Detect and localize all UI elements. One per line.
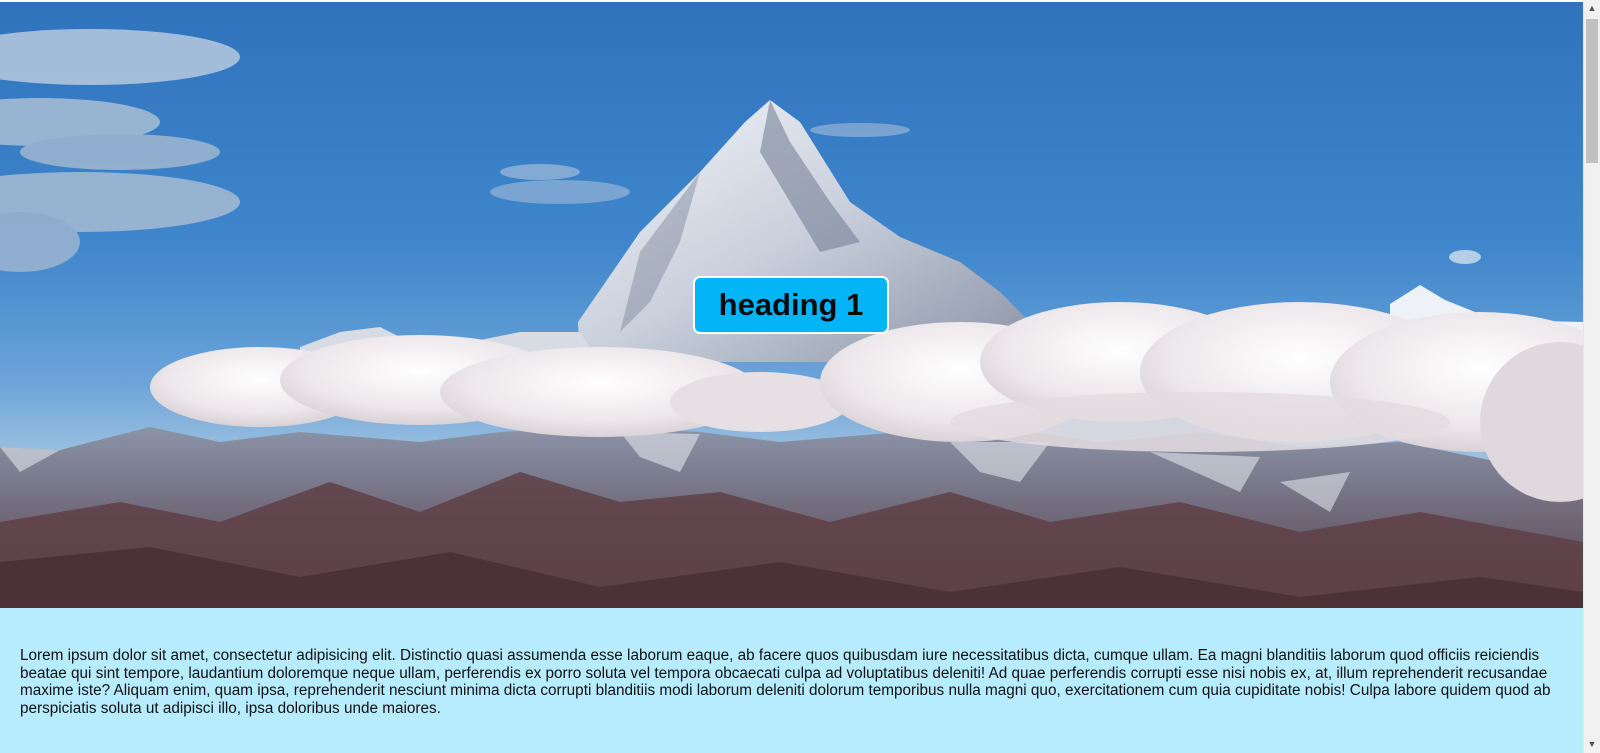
scrollbar-thumb[interactable] (1586, 19, 1598, 163)
lorem-paragraph: Lorem ipsum dolor sit amet, consectetur … (20, 647, 1551, 717)
vertical-scrollbar[interactable]: ▲ ▼ (1583, 0, 1600, 753)
scroll-down-arrow-icon[interactable]: ▼ (1584, 736, 1600, 753)
hero-banner: heading 1 (0, 2, 1583, 608)
hero-heading: heading 1 (693, 276, 889, 334)
content-section: Lorem ipsum dolor sit amet, consectetur … (0, 608, 1583, 753)
scroll-up-arrow-icon[interactable]: ▲ (1584, 0, 1600, 17)
page-viewport: heading 1 Lorem ipsum dolor sit amet, co… (0, 0, 1583, 753)
